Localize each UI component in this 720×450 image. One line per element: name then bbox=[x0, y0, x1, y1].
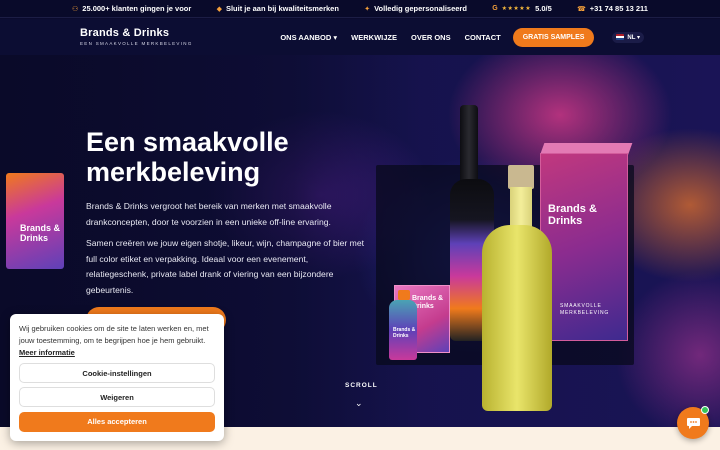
phone-link[interactable]: ☎ +31 74 85 13 211 bbox=[577, 4, 648, 13]
netherlands-flag-icon bbox=[616, 34, 625, 40]
main-navigation: Brands & Drinks EEN SMAAKVOLLE MERKBELEV… bbox=[0, 19, 720, 55]
nav-item-contact[interactable]: CONTACT bbox=[465, 33, 501, 42]
liqueur-label-logo: Brands & Drinks bbox=[20, 223, 61, 243]
liqueur-cork bbox=[508, 165, 534, 189]
brand-logo[interactable]: Brands & Drinks EEN SMAAKVOLLE MERKBELEV… bbox=[80, 27, 193, 47]
sparkle-icon: ✦ bbox=[364, 5, 371, 13]
rating-text: 5.0/5 bbox=[535, 4, 552, 13]
nav-item-over-ons[interactable]: OVER ONS bbox=[411, 33, 451, 42]
brands-text: Sluit je aan bij kwaliteitsmerken bbox=[225, 4, 339, 13]
liqueur-label bbox=[6, 173, 64, 269]
mini-bottle bbox=[389, 290, 419, 360]
cookie-text: Wij gebruiken cookies om de site te late… bbox=[19, 323, 215, 359]
language-selector[interactable]: NL ▾ bbox=[612, 31, 644, 43]
mini-bottle-logo: Brands & Drinks bbox=[393, 327, 416, 339]
accept-all-button[interactable]: Alles accepteren bbox=[19, 412, 215, 432]
liqueur-body bbox=[482, 225, 552, 411]
scroll-label[interactable]: SCROLL bbox=[345, 382, 378, 389]
cookie-message: Wij gebruiken cookies om de site te late… bbox=[19, 324, 209, 345]
gift-box-tagline: SMAAKVOLLE MERKBELEVING bbox=[560, 303, 610, 316]
top-info-bar: ⚇ 25.000+ klanten gingen je voor ◆ Sluit… bbox=[0, 0, 720, 18]
hero-paragraph-1: Brands & Drinks vergroot het bereik van … bbox=[86, 201, 332, 227]
more-info-link[interactable]: Meer informatie bbox=[19, 348, 75, 357]
hero-title: Een smaakvolle merkbeleving bbox=[86, 127, 289, 187]
rating-stars: ★★★★★ bbox=[501, 6, 532, 12]
diamond-icon: ◆ bbox=[216, 5, 222, 13]
logo-tagline: EEN SMAAKVOLLE MERKBELEVING bbox=[80, 41, 193, 46]
champagne-neck bbox=[460, 105, 478, 185]
rating-info[interactable]: G ★★★★★ 5.0/5 bbox=[492, 4, 552, 13]
brands-info: ◆ Sluit je aan bij kwaliteitsmerken bbox=[217, 4, 339, 13]
phone-icon: ☎ bbox=[577, 5, 586, 13]
nav-item-ons-aanbod[interactable]: ONS AANBOD ▾ bbox=[280, 33, 337, 42]
nav-menu: ONS AANBOD ▾ WERKWIJZE OVER ONS CONTACT bbox=[280, 33, 500, 42]
mini-bottle-cap bbox=[398, 290, 410, 300]
chevron-down-icon[interactable]: ⌄ bbox=[355, 398, 363, 409]
decline-button[interactable]: Weigeren bbox=[19, 387, 215, 407]
phone-text: +31 74 85 13 211 bbox=[589, 4, 648, 13]
personalised-text: Volledig gepersonaliseerd bbox=[374, 4, 467, 13]
chat-bubble-icon bbox=[686, 417, 700, 429]
liqueur-bottle bbox=[482, 165, 560, 411]
language-label: NL ▾ bbox=[627, 34, 640, 41]
google-icon: G bbox=[492, 5, 498, 12]
free-samples-button[interactable]: GRATIS SAMPLES bbox=[512, 27, 595, 47]
cookie-settings-button[interactable]: Cookie-instellingen bbox=[19, 363, 215, 383]
cookie-consent-dialog: Wij gebruiken cookies om de site te late… bbox=[10, 314, 224, 441]
online-status-dot bbox=[701, 406, 709, 414]
customers-info: ⚇ 25.000+ klanten gingen je voor bbox=[72, 4, 191, 13]
hero-paragraph-2: Samen creëren we jouw eigen shotje, like… bbox=[86, 238, 365, 295]
logo-title: Brands & Drinks bbox=[80, 27, 170, 39]
customers-text: 25.000+ klanten gingen je voor bbox=[82, 4, 192, 13]
nav-item-werkwijze[interactable]: WERKWIJZE bbox=[351, 33, 397, 42]
handshake-icon: ⚇ bbox=[72, 5, 79, 13]
personalised-info: ✦ Volledig gepersonaliseerd bbox=[364, 4, 467, 13]
